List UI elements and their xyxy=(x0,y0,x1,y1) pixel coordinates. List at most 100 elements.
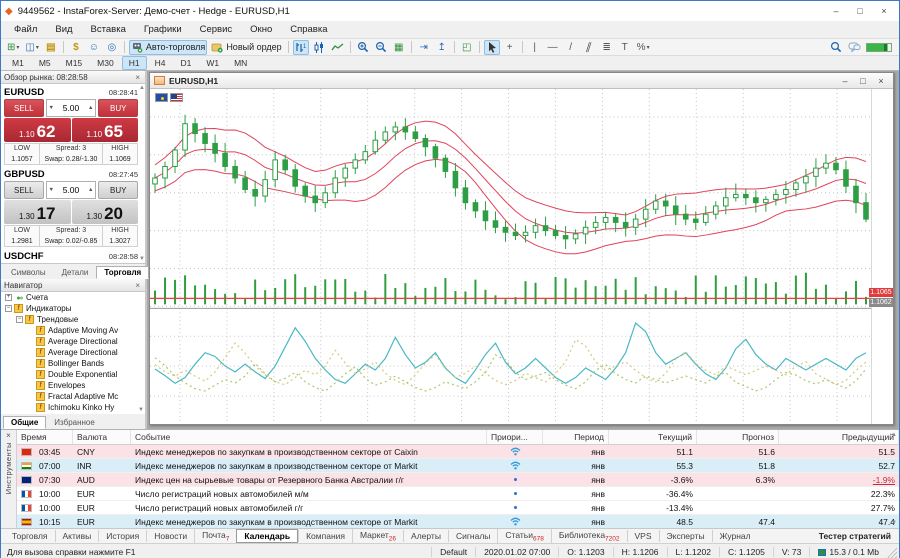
tile-windows-button[interactable]: ▦ xyxy=(391,40,407,55)
navigator-item[interactable]: Envelopes xyxy=(1,380,145,391)
deposit-button[interactable]: ☺ xyxy=(86,40,102,55)
navigator-tab[interactable]: Избранное xyxy=(46,416,103,429)
volume-stepper[interactable]: ▼ 5.00 ▲ xyxy=(46,263,97,264)
expand-icon[interactable]: − xyxy=(16,316,23,323)
indicators-button[interactable]: ◰ xyxy=(459,40,475,55)
market-watch-tab[interactable]: Торговля xyxy=(96,266,149,279)
toolbox-tab[interactable]: VPS xyxy=(627,530,659,542)
scroll-up-icon[interactable]: ▲ xyxy=(139,85,145,91)
bid-tile[interactable]: 1.1062 xyxy=(4,118,71,142)
navigator-item[interactable]: Ichimoku Kinko Hy xyxy=(1,402,145,413)
expand-icon[interactable]: − xyxy=(5,305,12,312)
toolbox-tab[interactable]: Статьи678 xyxy=(497,529,550,544)
symbols-window-button[interactable]: ▤ xyxy=(43,40,59,55)
toolbox-tab[interactable]: Календарь xyxy=(236,529,298,543)
column-header[interactable]: Период xyxy=(543,430,609,444)
volume-up-icon[interactable]: ▲ xyxy=(86,105,95,111)
ask-tile[interactable]: 1.1065 xyxy=(72,118,139,142)
chart-title-bar[interactable]: EURUSD,H1 – □ × xyxy=(150,73,893,89)
autoscroll-button[interactable]: ⇥ xyxy=(416,40,432,55)
candles-chart-button[interactable] xyxy=(311,40,327,55)
crosshair-button[interactable]: + xyxy=(502,40,518,55)
timeframe-button[interactable]: M15 xyxy=(59,56,90,70)
toolbox-tab[interactable]: Алерты xyxy=(403,530,448,542)
calendar-row[interactable]: 03:45 CNY Индекс менеджеров по закупкам … xyxy=(17,445,899,459)
chart-close-button[interactable]: × xyxy=(873,76,889,86)
market-watch-symbol[interactable]: EURUSD 08:28:41 SELL ▼ 5.00 ▲ BUY xyxy=(4,86,138,165)
timeframe-button[interactable]: H1 xyxy=(122,56,147,70)
minimize-button[interactable]: – xyxy=(825,6,847,16)
menu-item[interactable]: Графики xyxy=(135,22,191,37)
channel-button[interactable]: ∥ xyxy=(581,40,597,55)
chart-canvas[interactable]: 1.1065 1.1062 xyxy=(150,89,893,424)
menu-item[interactable]: Окно xyxy=(241,22,281,37)
new-chart-button[interactable]: ⊞▾ xyxy=(5,40,21,55)
toolbox-tab[interactable]: Эксперты xyxy=(659,530,712,542)
zoom-out-button[interactable] xyxy=(373,40,389,55)
chart-shift-button[interactable]: ↥ xyxy=(434,40,450,55)
toolbox-tab[interactable]: Библиотека7202 xyxy=(551,529,627,544)
column-header[interactable]: Текущий xyxy=(609,430,697,444)
timeframe-button[interactable]: M30 xyxy=(90,56,121,70)
toolbox-tab[interactable]: Маркет26 xyxy=(352,529,403,544)
market-watch-symbol[interactable]: GBPUSD 08:27:45 SELL ▼ 5.00 ▲ BUY xyxy=(4,168,138,247)
strategy-tester-label[interactable]: Тестер стратегий xyxy=(819,531,895,541)
menu-item[interactable]: Вставка xyxy=(82,22,135,37)
navigator-tab[interactable]: Общие xyxy=(3,416,46,429)
vertical-line-button[interactable]: | xyxy=(527,40,543,55)
column-header[interactable]: Прогноз xyxy=(697,430,779,444)
cursor-button[interactable] xyxy=(484,40,500,55)
calendar-row[interactable]: 10:00 EUR Число регистраций новых автомо… xyxy=(17,501,899,515)
autotrade-button[interactable]: Авто-торговля xyxy=(129,40,207,55)
chart-maximize-button[interactable]: □ xyxy=(855,76,871,86)
calendar-row[interactable]: 07:00 INR Индекс менеджеров по закупкам … xyxy=(17,459,899,473)
column-header[interactable]: Время xyxy=(17,430,73,444)
navigator-item[interactable]: Double Exponential xyxy=(1,369,145,380)
search-button[interactable] xyxy=(828,40,844,55)
volume-down-icon[interactable]: ▼ xyxy=(47,105,56,111)
column-header[interactable]: Приори... xyxy=(487,430,543,444)
expand-icon[interactable]: + xyxy=(5,294,12,301)
zoom-in-button[interactable] xyxy=(355,40,371,55)
scroll-up-icon[interactable]: ▲ xyxy=(891,432,897,438)
calendar-row[interactable]: 07:30 AUD Индекс цен на сырьевые товары … xyxy=(17,473,899,487)
menu-item[interactable]: Сервис xyxy=(191,22,242,37)
scroll-down-icon[interactable]: ▼ xyxy=(138,407,144,413)
menu-item[interactable]: Вид xyxy=(46,22,81,37)
navigator-item[interactable]: Bollinger Bands xyxy=(1,358,145,369)
buy-button[interactable]: BUY xyxy=(98,99,138,117)
navigator-item[interactable]: − Индикаторы xyxy=(1,303,145,314)
profiles-button[interactable]: ◫▾ xyxy=(23,40,40,55)
new-order-button[interactable]: Новый ордер xyxy=(209,40,283,55)
close-icon[interactable]: × xyxy=(133,281,142,290)
horizontal-line-button[interactable]: — xyxy=(545,40,561,55)
bid-tile[interactable]: 1.3017 xyxy=(4,200,71,224)
ask-tile[interactable]: 1.3020 xyxy=(72,200,139,224)
toolbox-tab[interactable]: Журнал xyxy=(712,530,758,542)
column-header[interactable]: Событие xyxy=(131,430,487,444)
resize-grip[interactable] xyxy=(887,548,897,558)
bars-chart-button[interactable]: 1 xyxy=(293,40,309,55)
chat-button[interactable] xyxy=(846,40,863,55)
profile-indicator[interactable]: Default xyxy=(431,547,475,557)
text-tool-button[interactable]: T xyxy=(617,40,633,55)
toolbox-tab[interactable]: Почта7 xyxy=(194,529,236,544)
scroll-down-icon[interactable]: ▼ xyxy=(139,256,145,262)
market-watch-tab[interactable]: Детали xyxy=(54,266,97,279)
price-scale[interactable]: 1.1065 1.1062 xyxy=(871,89,893,424)
maximize-button[interactable]: □ xyxy=(849,6,871,16)
buy-button[interactable]: BUY xyxy=(98,263,138,264)
close-icon[interactable]: × xyxy=(133,73,142,82)
timeframe-button[interactable]: MN xyxy=(227,56,254,70)
menu-item[interactable]: Справка xyxy=(281,22,336,37)
chart-minimize-button[interactable]: – xyxy=(837,76,853,86)
signals-button[interactable]: ◎ xyxy=(104,40,120,55)
toolbox-tab[interactable]: Новости xyxy=(146,530,194,542)
market-watch-symbol[interactable]: USDCHF 08:28:58 SELL ▼ 5.00 ▲ BUY xyxy=(4,250,138,264)
volume-up-icon[interactable]: ▲ xyxy=(86,187,95,193)
sell-button[interactable]: SELL xyxy=(4,99,44,117)
timeframe-button[interactable]: D1 xyxy=(173,56,198,70)
close-icon[interactable]: × xyxy=(6,431,11,440)
timeframe-button[interactable]: M5 xyxy=(32,56,58,70)
calendar-row[interactable]: 10:00 EUR Число регистраций новых автомо… xyxy=(17,487,899,501)
